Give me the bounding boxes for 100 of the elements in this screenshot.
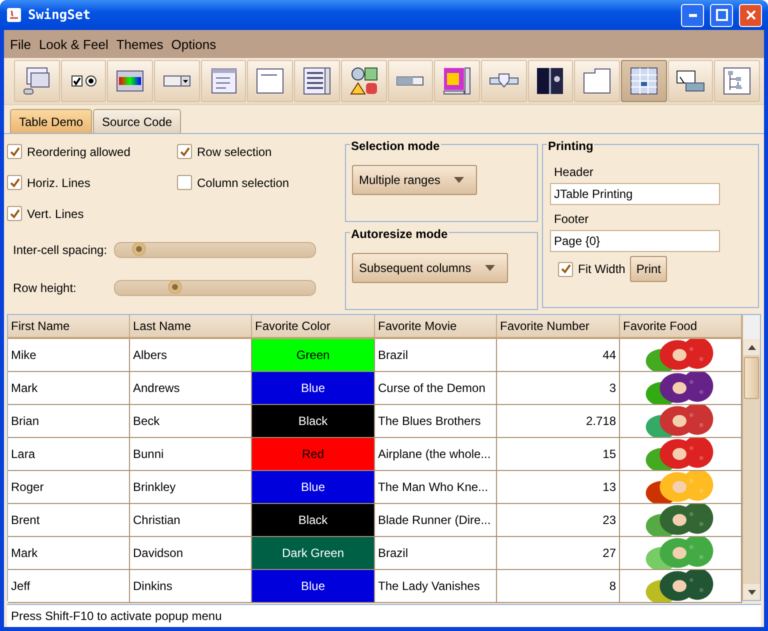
- table-cell: Christian: [130, 504, 252, 537]
- scrollbar[interactable]: [742, 315, 760, 600]
- table-cell: Curse of the Demon: [375, 372, 497, 405]
- column-header[interactable]: First Name: [8, 315, 130, 339]
- toolbar-button[interactable]: [714, 60, 760, 102]
- footer-field[interactable]: Page {0}: [550, 230, 720, 252]
- table-cell: Mike: [8, 339, 130, 372]
- group-title: Autoresize mode: [350, 227, 449, 241]
- menu-item[interactable]: Look & Feel: [36, 36, 112, 52]
- checkbox[interactable]: [7, 144, 22, 159]
- slider-thumb[interactable]: [132, 242, 146, 256]
- checkbox-label: Column selection: [197, 176, 290, 190]
- group-title: Printing: [547, 139, 594, 153]
- toolbar-button[interactable]: [14, 60, 60, 102]
- table-cell: 27: [497, 537, 620, 570]
- color-cell: Black: [252, 504, 375, 537]
- table-cell: Brazil: [375, 339, 497, 372]
- close-button[interactable]: [739, 4, 762, 26]
- table-cell: Roger: [8, 471, 130, 504]
- table-cell: Brazil: [375, 537, 497, 570]
- caret-icon: [485, 265, 496, 271]
- checkbox[interactable]: [7, 206, 22, 221]
- minimize-button[interactable]: [681, 4, 704, 26]
- toolbar-button[interactable]: [107, 60, 154, 102]
- selection-mode-dropdown[interactable]: Multiple ranges: [352, 165, 478, 195]
- status-bar: Press Shift-F10 to activate popup menu: [7, 604, 761, 627]
- table-cell: Lara: [8, 438, 130, 471]
- color-cell: Black: [252, 405, 375, 438]
- table-cell: Bunni: [130, 438, 252, 471]
- group-title: Selection mode: [350, 139, 441, 153]
- checkbox[interactable]: [177, 144, 192, 159]
- column-header[interactable]: Favorite Color: [252, 315, 375, 339]
- table-cell: 2.718: [497, 405, 620, 438]
- table-icon: [628, 65, 660, 97]
- progress-bar-icon: [396, 76, 424, 86]
- scroll-down-icon[interactable]: [748, 590, 756, 594]
- table-cell: Davidson: [130, 537, 252, 570]
- color-cell: Blue: [252, 471, 375, 504]
- caret-icon: [454, 177, 464, 183]
- column-header[interactable]: Last Name: [130, 315, 252, 339]
- checkbox[interactable]: [7, 175, 22, 190]
- print-button[interactable]: Print: [630, 256, 668, 282]
- toolbar-button[interactable]: [60, 60, 106, 102]
- table-cell: 23: [497, 504, 620, 537]
- scroll-up-icon[interactable]: [748, 344, 756, 350]
- table-cell: Brinkley: [130, 471, 252, 504]
- close-icon: [744, 9, 756, 21]
- toolbar-button[interactable]: [620, 60, 667, 102]
- option-pane-icon: [348, 65, 380, 97]
- table-cell: Jeff: [8, 570, 130, 603]
- menu-item[interactable]: Options: [168, 36, 220, 52]
- checkbox-label: Fit Width: [578, 262, 626, 276]
- color-cell: Blue: [252, 570, 375, 603]
- toolbar-button[interactable]: [528, 60, 574, 102]
- scroll-pane-icon: [441, 65, 474, 97]
- toolbar-button[interactable]: [200, 60, 246, 102]
- toolbar-button[interactable]: [294, 60, 340, 102]
- tree-icon: [721, 65, 754, 97]
- color-cell: Red: [252, 438, 375, 471]
- checkbox[interactable]: [177, 175, 192, 190]
- tab[interactable]: Table Demo: [10, 109, 92, 133]
- menu-item[interactable]: Themes: [113, 36, 166, 52]
- slider-label: Inter-cell spacing:: [13, 243, 108, 257]
- tab[interactable]: Source Code: [93, 109, 182, 133]
- slider-label: Row height:: [13, 281, 78, 295]
- table-cell: Albers: [130, 339, 252, 372]
- toolbar-button[interactable]: [434, 60, 480, 102]
- table-cell: Brian: [8, 405, 130, 438]
- column-header[interactable]: Favorite Food: [620, 315, 742, 339]
- toolbar-button[interactable]: [247, 60, 294, 102]
- table-cell: The Lady Vanishes: [375, 570, 497, 603]
- checkbox-label: Horiz. Lines: [27, 176, 90, 190]
- checkbox-label: Row selection: [197, 144, 272, 158]
- slider-thumb[interactable]: [168, 280, 182, 294]
- slider-track[interactable]: [114, 242, 316, 258]
- scroll-thumb[interactable]: [744, 357, 759, 399]
- column-header[interactable]: Favorite Number: [497, 315, 620, 339]
- column-header[interactable]: Favorite Movie: [375, 315, 497, 339]
- header-field[interactable]: JTable Printing: [550, 183, 720, 205]
- toolbar-button[interactable]: [480, 60, 527, 102]
- table-cell: The Blues Brothers: [375, 405, 497, 438]
- table-cell: 44: [497, 339, 620, 372]
- field-label: Header: [553, 165, 594, 179]
- autoresize-mode-dropdown[interactable]: Subsequent columns: [352, 253, 508, 283]
- checkbox[interactable]: [558, 262, 573, 276]
- toolbar-button[interactable]: [668, 60, 714, 102]
- table-cell: 15: [497, 438, 620, 471]
- table-cell: Dinkins: [130, 570, 252, 603]
- slider-track[interactable]: [114, 280, 316, 296]
- toolbar-button[interactable]: [574, 60, 620, 102]
- toolbar-button[interactable]: [388, 60, 434, 102]
- toolbar-button[interactable]: [154, 60, 200, 102]
- menu-item[interactable]: File: [7, 36, 34, 52]
- table-cell: The Man Who Kne...: [375, 471, 497, 504]
- toolbar-button[interactable]: [340, 60, 386, 102]
- maximize-button[interactable]: [710, 4, 733, 26]
- color-cell: Green: [252, 339, 375, 372]
- minimize-icon: [688, 14, 696, 16]
- window-title: SwingSet: [28, 8, 92, 22]
- table-cell: 8: [497, 570, 620, 603]
